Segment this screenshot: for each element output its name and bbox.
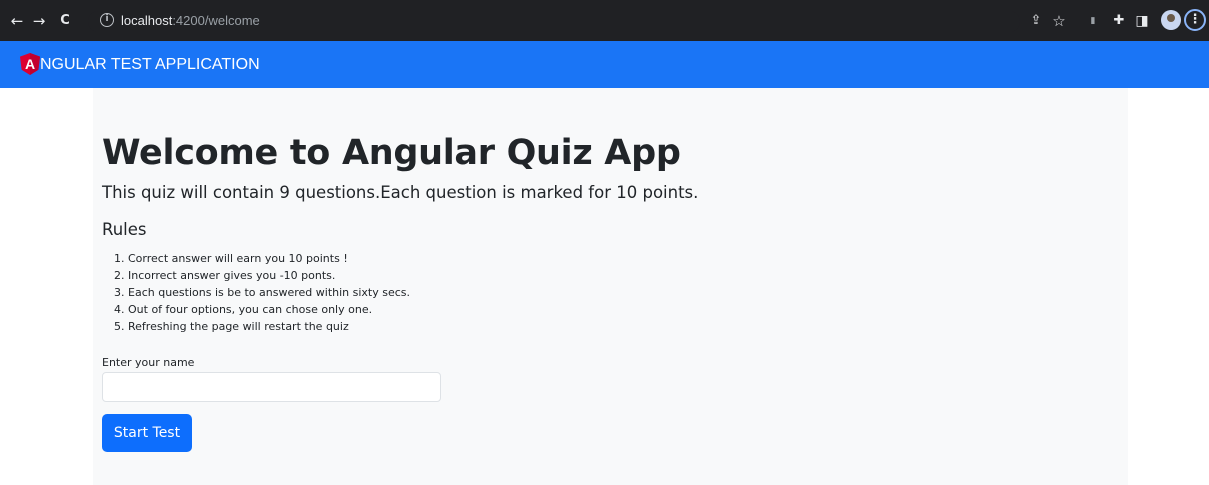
rule-text: Out of four options, you can chose only … xyxy=(128,303,373,316)
reload-icon[interactable]: C xyxy=(56,12,74,30)
info-icon[interactable]: i xyxy=(100,13,114,27)
rule-text: Refreshing the page will restart the qui… xyxy=(128,320,349,333)
rule-number: 4. xyxy=(114,303,125,316)
rule-item: 2. Incorrect answer gives you -10 ponts. xyxy=(102,267,410,284)
rule-text: Correct answer will earn you 10 points ! xyxy=(128,252,348,265)
rule-item: 1. Correct answer will earn you 10 points… xyxy=(102,250,410,267)
menu-icon[interactable]: ⋮ xyxy=(1184,9,1206,31)
rule-number: 1. xyxy=(114,252,125,265)
rule-number: 3. xyxy=(114,286,125,299)
name-input[interactable] xyxy=(102,372,441,402)
back-icon[interactable]: ← xyxy=(8,12,26,30)
quiz-description: This quiz will contain 9 questions.Each … xyxy=(102,183,699,202)
logo-letter: A xyxy=(25,56,35,72)
puzzle-icon[interactable]: ✚ xyxy=(1111,12,1127,30)
rule-number: 2. xyxy=(114,269,125,282)
url-text[interactable]: localhost:4200/welcome xyxy=(121,13,260,29)
url-host: localhost xyxy=(121,13,173,28)
rules-list: 1. Correct answer will earn you 10 points… xyxy=(102,250,410,335)
rule-item: 4. Out of four options, you can chose onl… xyxy=(102,301,410,318)
extension-icon[interactable]: ▮ xyxy=(1087,12,1099,30)
page-title: Welcome to Angular Quiz App xyxy=(102,133,681,173)
rule-item: 5. Refreshing the page will restart the q… xyxy=(102,318,410,335)
rule-item: 3. Each questions is be to answered withi… xyxy=(102,284,410,301)
app-brand-title[interactable]: NGULAR TEST APPLICATION xyxy=(40,56,260,74)
angular-logo-icon[interactable]: A xyxy=(20,53,40,75)
start-test-button[interactable]: Start Test xyxy=(102,414,192,452)
rule-number: 5. xyxy=(114,320,125,333)
star-icon[interactable]: ☆ xyxy=(1051,12,1067,30)
profile-avatar-icon[interactable] xyxy=(1161,10,1181,30)
rule-text: Each questions is be to answered within … xyxy=(128,286,411,299)
rules-heading: Rules xyxy=(102,220,147,239)
name-label: Enter your name xyxy=(102,356,195,369)
rule-text: Incorrect answer gives you -10 ponts. xyxy=(128,269,336,282)
url-path: :4200/welcome xyxy=(172,13,260,28)
sidepanel-icon[interactable]: ◨ xyxy=(1134,12,1150,30)
share-icon[interactable]: ⇪ xyxy=(1028,12,1044,30)
forward-icon[interactable]: → xyxy=(30,12,48,30)
